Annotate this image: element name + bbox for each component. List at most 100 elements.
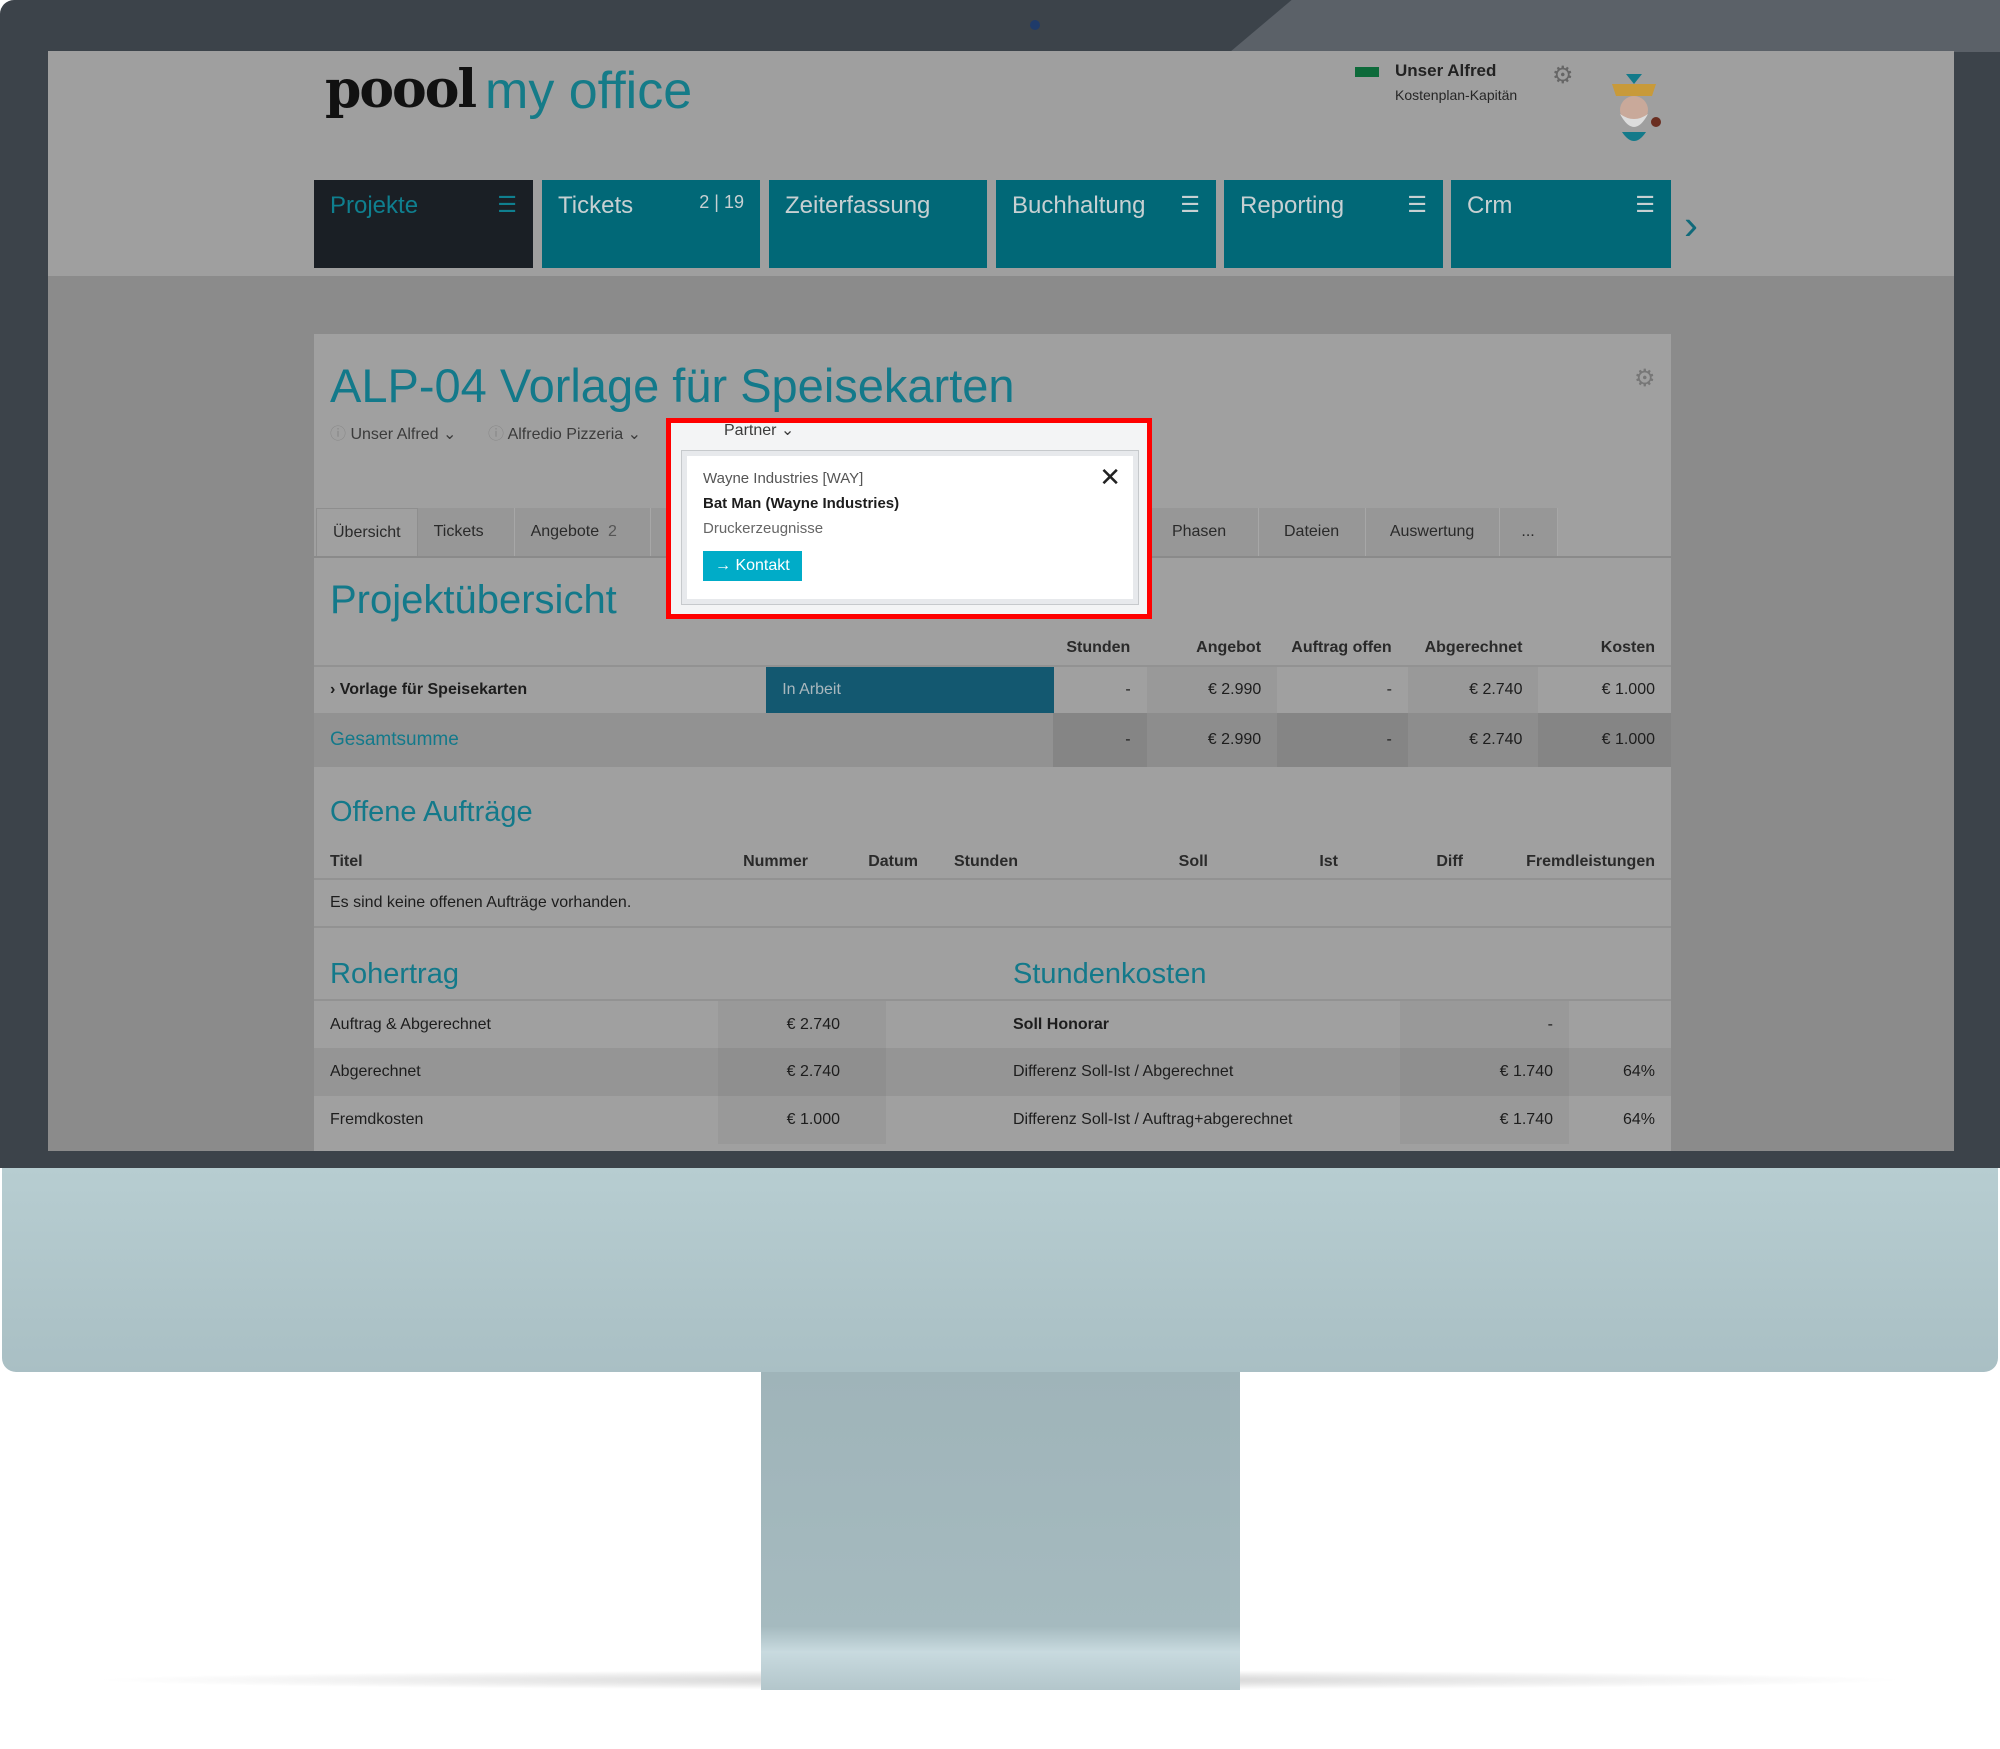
info-icon: ⓘ [488, 426, 508, 443]
kontakt-button[interactable]: → Kontakt [703, 551, 802, 581]
section-heading-orders: Offene Aufträge [330, 796, 533, 828]
tab-label: Angebote [530, 523, 600, 540]
tab-tickets[interactable]: Tickets [417, 508, 515, 556]
cell: € 2.990 [1146, 713, 1278, 767]
nav-projekte[interactable]: Projekte ☰ [314, 180, 533, 268]
owner-label: Unser Alfred [350, 426, 439, 443]
nav-label: Buchhaltung [1012, 192, 1146, 219]
row-label: Fremdkosten [330, 1111, 424, 1128]
page-title: ALP-04 Vorlage für Speisekarten [330, 359, 1015, 412]
row-label[interactable]: › Vorlage für Speisekarten [314, 681, 766, 699]
nav-crm[interactable]: Crm ☰ [1451, 180, 1671, 268]
cell: - [1277, 713, 1408, 767]
close-icon[interactable]: ✕ [1099, 462, 1121, 493]
partner-company: Wayne Industries [WAY] [703, 470, 864, 487]
menu-icon: ☰ [497, 192, 517, 217]
menu-icon: ☰ [1635, 192, 1655, 217]
nav-buchhaltung[interactable]: Buchhaltung ☰ [996, 180, 1216, 268]
tab-phasen[interactable]: Phasen [1140, 508, 1259, 556]
info-icon: ⓘ [330, 426, 351, 443]
row-label: Soll Honorar [1013, 1015, 1110, 1033]
tab-uebersicht[interactable]: Übersicht [316, 508, 418, 556]
cell [1569, 1001, 1671, 1048]
client-dropdown[interactable]: ⓘ Alfredio Pizzeria ⌄ [488, 420, 641, 444]
overview-header: Stunden Angebot Auftrag offen Abgerechne… [314, 636, 1671, 660]
cell: € 2.740 [718, 1048, 886, 1096]
cell: € 1.000 [1601, 681, 1655, 698]
tab-angebote[interactable]: Angebote 2 [514, 508, 651, 556]
orders-empty: Es sind keine offenen Aufträge vorhanden… [314, 880, 1671, 928]
cell: € 1.000 [718, 1096, 886, 1144]
table-row: Differenz Soll-Ist / Abgerechnet € 1.740 6… [997, 1048, 1671, 1096]
cell: € 1.000 [1538, 713, 1672, 767]
app-header: poool my office Unser Alfred Kostenplan-… [48, 51, 1954, 276]
button-label: Kontakt [735, 557, 790, 574]
col-angebot: Angebot [1196, 639, 1262, 656]
menu-icon: ☰ [1407, 192, 1427, 217]
cell: € 2.740 [1407, 713, 1539, 767]
chevron-down-icon: ⌄ [780, 422, 795, 439]
client-label: Alfredio Pizzeria [507, 426, 624, 443]
nav-label: Reporting [1240, 192, 1345, 219]
settings-cogs-icon[interactable]: ⚙ [1634, 364, 1656, 393]
cell: - [1125, 681, 1131, 698]
bezel-glare [1230, 0, 2000, 52]
cell: 64% [1622, 1111, 1655, 1128]
col-datum: Datum [868, 853, 918, 870]
col-stunden: Stunden [1066, 639, 1131, 656]
logo-brand[interactable]: poool [325, 59, 477, 120]
cell: € 2.990 [1146, 667, 1278, 713]
col-auftrag-offen: Auftrag offen [1291, 639, 1392, 656]
tab-dateien[interactable]: Dateien [1258, 508, 1366, 556]
row-label: Abgerechnet [330, 1063, 421, 1080]
col-kosten: Kosten [1600, 639, 1655, 656]
col-nummer: Nummer [743, 853, 808, 870]
partner-dropdown[interactable]: Partner ⌄ [724, 420, 794, 440]
table-row[interactable]: › Vorlage für Speisekarten In Arbeit - €… [314, 665, 1671, 713]
arrow-right-icon: → [715, 557, 731, 574]
owner-dropdown[interactable]: ⓘ Unser Alfred ⌄ [330, 420, 456, 444]
tab-auswertung[interactable]: Auswertung [1365, 508, 1500, 556]
total-label: Gesamtsumme [330, 729, 459, 750]
row-label: Differenz Soll-Ist / Abgerechnet [1013, 1063, 1234, 1080]
partner-popup-highlight: Wayne Industries [WAY] Bat Man (Wayne In… [666, 418, 1152, 619]
tab-count: 2 [607, 523, 617, 540]
status-badge: In Arbeit [766, 667, 1054, 713]
col-stunden: Stunden [954, 853, 1018, 870]
user-role: Kostenplan-Kapitän [1395, 87, 1518, 103]
tickets-badge: 2 | 19 [699, 192, 744, 212]
partner-popup: Wayne Industries [WAY] Bat Man (Wayne In… [681, 450, 1139, 605]
col-fremdleistungen: Fremdleistungen [1526, 853, 1655, 870]
camera-icon [1030, 20, 1040, 30]
nav-label: Projekte [330, 192, 419, 219]
cell: - [1386, 681, 1392, 698]
gear-icon[interactable]: ⚙ [1552, 61, 1574, 90]
section-heading-rohertrag: Rohertrag [330, 958, 459, 990]
partner-contact[interactable]: Bat Man (Wayne Industries) [703, 495, 1117, 512]
cell: € 1.740 [1400, 1048, 1569, 1096]
tab-more[interactable]: ... [1499, 508, 1558, 556]
row-title: Vorlage für Speisekarten [339, 681, 528, 698]
table-row: Differenz Soll-Ist / Auftrag+abgerechnet… [997, 1096, 1671, 1144]
col-abgerechnet: Abgerechnet [1424, 639, 1523, 656]
nav-label: Tickets [558, 192, 634, 219]
logo-product[interactable]: my office [485, 61, 692, 121]
orders-header: Titel Nummer Datum Stunden Soll Ist Diff… [314, 846, 1671, 880]
nav-tickets[interactable]: Tickets 2 | 19 [542, 180, 760, 268]
chevron-right-icon[interactable]: › [1684, 201, 1698, 249]
partner-category: Druckerzeugnisse [703, 520, 824, 537]
nav-reporting[interactable]: Reporting ☰ [1224, 180, 1443, 268]
row-label: Differenz Soll-Ist / Auftrag+abgerechnet [1013, 1111, 1293, 1128]
row-label: Auftrag & Abgerechnet [330, 1015, 491, 1033]
nav-label: Zeiterfassung [785, 192, 931, 219]
monitor-chin [2, 1168, 1998, 1372]
col-titel: Titel [330, 853, 363, 870]
col-soll: Soll [1178, 853, 1208, 870]
nav-zeiterfassung[interactable]: Zeiterfassung [769, 180, 987, 268]
total-row: Gesamtsumme - € 2.990 - € 2.740 € 1.000 [314, 713, 1672, 767]
avatar[interactable] [1604, 70, 1665, 147]
cell: € 2.740 [1407, 667, 1539, 713]
user-name[interactable]: Unser Alfred [1395, 61, 1496, 81]
rohertrag-table: Auftrag & Abgerechnet € 2.740 Abgerechnet… [314, 999, 1671, 1144]
monitor-stand [761, 1372, 1240, 1690]
